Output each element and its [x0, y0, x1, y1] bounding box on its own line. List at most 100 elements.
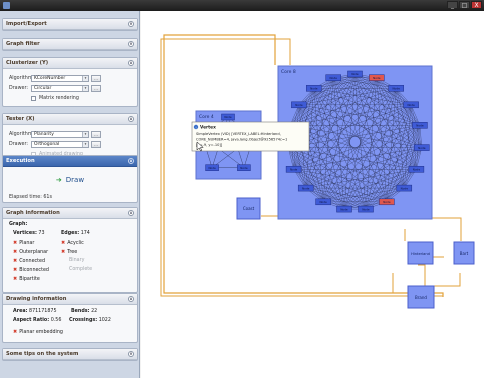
- x-mark-icon: ✖: [13, 329, 18, 335]
- elapsed-time-label: Elapsed time:: [9, 195, 42, 200]
- tester-algorithm-options-button[interactable]: ...: [91, 131, 101, 138]
- tester-algorithm-value: Planarity: [34, 132, 54, 137]
- matrix-rendering-label: Matrix rendering: [39, 96, 79, 101]
- property-label: Acyclic: [67, 241, 84, 246]
- execution-title: Execution: [6, 158, 35, 164]
- graph-node-label: Node: [362, 207, 370, 211]
- chevron-up-icon[interactable]: ∧: [128, 60, 134, 66]
- graph-node-label: Node: [416, 124, 424, 128]
- graph-node-label: Node: [290, 168, 298, 172]
- property-label: Connected: [19, 259, 46, 264]
- property-label: Tree: [67, 250, 78, 255]
- graph-drawing[interactable]: Core 8 Node Node Node Node Node Node Node Node N…: [141, 11, 484, 378]
- matrix-rendering-checkbox[interactable]: [31, 96, 36, 101]
- property-label: Biconnected: [19, 268, 49, 273]
- crossings-value: 1022: [98, 318, 111, 323]
- draw-button[interactable]: ➔ Draw: [56, 176, 84, 184]
- import-export-title: Import/Export: [6, 21, 47, 27]
- tips-header[interactable]: Some tips on the system ∨: [3, 349, 137, 360]
- tester-algorithm-select[interactable]: Planarity ▾: [31, 131, 89, 138]
- graph-node-label: Node: [310, 87, 318, 91]
- graph-information-header[interactable]: Graph information ∧: [3, 208, 137, 219]
- chevron-down-icon[interactable]: ∨: [128, 21, 134, 27]
- graph-canvas[interactable]: Core 8 Node Node Node Node Node Node Node Node N…: [141, 11, 484, 378]
- clusterizer-header[interactable]: Clusterizer (Y) ∧: [3, 58, 137, 69]
- clusterizer-algorithm-select[interactable]: KCoreNumber ▾: [31, 75, 89, 82]
- tester-title: Tester (X): [6, 116, 35, 122]
- edges-value: 174: [80, 231, 90, 236]
- close-button[interactable]: X: [471, 1, 482, 9]
- clusterizer-title: Clusterizer (Y): [6, 60, 49, 66]
- vertices-value: 73: [38, 231, 45, 236]
- vertices-label: Vertices:: [13, 231, 37, 236]
- import-export-panel: Import/Export ∨: [2, 18, 138, 31]
- graph-node-label: Node: [383, 200, 391, 204]
- elapsed-time-row: Elapsed time: 61s: [9, 195, 52, 200]
- tester-drawer-label: Drawer:: [9, 142, 28, 147]
- import-export-header[interactable]: Import/Export ∨: [3, 19, 137, 30]
- chevron-up-icon[interactable]: ∧: [128, 158, 134, 164]
- graph-node-label: Node: [340, 207, 348, 211]
- tester-header[interactable]: Tester (X) ∧: [3, 114, 137, 125]
- drawing-information-header[interactable]: Drawing information ∧: [3, 294, 137, 305]
- tester-drawer-row: Drawer: Orthogonal ▾ ...: [9, 141, 101, 148]
- graph-node-label: Node: [302, 186, 310, 190]
- area-stat: Area: 871171875: [13, 309, 57, 314]
- execution-panel: Execution ∧ ➔ Draw Elapsed time: 61s: [2, 155, 138, 203]
- vertex-tooltip: i Vertex SimpleVertex (VID) [VERTEX_LABE…: [191, 121, 310, 152]
- area-label: Area:: [13, 309, 28, 314]
- x-mark-icon: ✖: [13, 267, 18, 273]
- play-arrow-icon: ➔: [55, 175, 62, 184]
- clusterizer-drawer-select[interactable]: Circular ▾: [31, 85, 89, 92]
- edge: [432, 217, 462, 241]
- graph-node-label: Node: [393, 87, 401, 91]
- graph-node-label: Node: [413, 168, 421, 172]
- graph-node-label: Node: [401, 186, 409, 190]
- bends-value: 22: [91, 309, 98, 314]
- x-mark-icon: ✖: [13, 276, 18, 282]
- graph-filter-title: Graph filter: [6, 41, 40, 47]
- execution-header[interactable]: Execution ∧: [3, 156, 137, 167]
- tooltip-title: Vertex: [200, 125, 216, 131]
- chevron-up-icon[interactable]: ∧: [128, 116, 134, 122]
- chevron-down-icon[interactable]: ∨: [128, 41, 134, 47]
- property-bipartite: ✖ Bipartite: [13, 276, 40, 282]
- clusterizer-algorithm-label: Algorithm:: [9, 76, 35, 81]
- planar-embedding-property: ✖ Planar embedding: [13, 329, 63, 335]
- app-window: _ □ X Import/Export ∨ Graph filter ∨ Clu…: [0, 0, 484, 378]
- tooltip-line-2: CORE_NUMBER=4, java.lang.Object@9256574c…: [196, 138, 287, 142]
- edges-stat: Edges: 174: [61, 231, 90, 236]
- property-connected: ✖ Connected: [13, 258, 45, 264]
- maximize-button[interactable]: □: [459, 1, 470, 9]
- clusterizer-algorithm-options-button[interactable]: ...: [91, 75, 101, 82]
- tester-drawer-value: Orthogonal: [34, 142, 60, 147]
- clusterizer-drawer-options-button[interactable]: ...: [91, 85, 101, 92]
- bends-label: Bends:: [71, 309, 90, 314]
- clusterizer-algorithm-row: Algorithm: KCoreNumber ▾ ...: [9, 75, 101, 82]
- window-controls: _ □ X: [447, 1, 482, 9]
- graph-node-label: Node: [407, 103, 415, 107]
- property-label: Bipartite: [19, 277, 40, 282]
- chevron-up-icon[interactable]: ∧: [128, 296, 134, 302]
- property-complete: Complete: [69, 267, 93, 272]
- minimize-button[interactable]: _: [447, 1, 458, 9]
- x-mark-icon: ✖: [61, 240, 66, 246]
- draw-area: ➔ Draw: [3, 167, 137, 192]
- bends-stat: Bends: 22: [71, 309, 97, 314]
- dropdown-arrow-icon: ▾: [82, 76, 88, 81]
- tester-drawer-options-button[interactable]: ...: [91, 141, 101, 148]
- graph-node-label: Node: [330, 76, 338, 80]
- crossings-stat: Crossings: 1022: [69, 318, 111, 323]
- area-value: 871171875: [29, 309, 57, 314]
- chevron-up-icon[interactable]: ∧: [128, 210, 134, 216]
- drawing-information-title: Drawing information: [6, 296, 67, 302]
- chevron-down-icon[interactable]: ∨: [128, 351, 134, 357]
- graph-node-label: Node: [373, 76, 381, 80]
- bart-node-label: Bart: [460, 251, 469, 256]
- tester-drawer-select[interactable]: Orthogonal ▾: [31, 141, 89, 148]
- graph-filter-header[interactable]: Graph filter ∨: [3, 39, 137, 50]
- graph-node-label: Node: [295, 103, 303, 107]
- aspect-ratio-stat: Aspect Ratio: 0.56: [13, 318, 61, 323]
- edge: [418, 264, 426, 287]
- clusterizer-panel: Clusterizer (Y) ∧ Algorithm: KCoreNumber…: [2, 57, 138, 107]
